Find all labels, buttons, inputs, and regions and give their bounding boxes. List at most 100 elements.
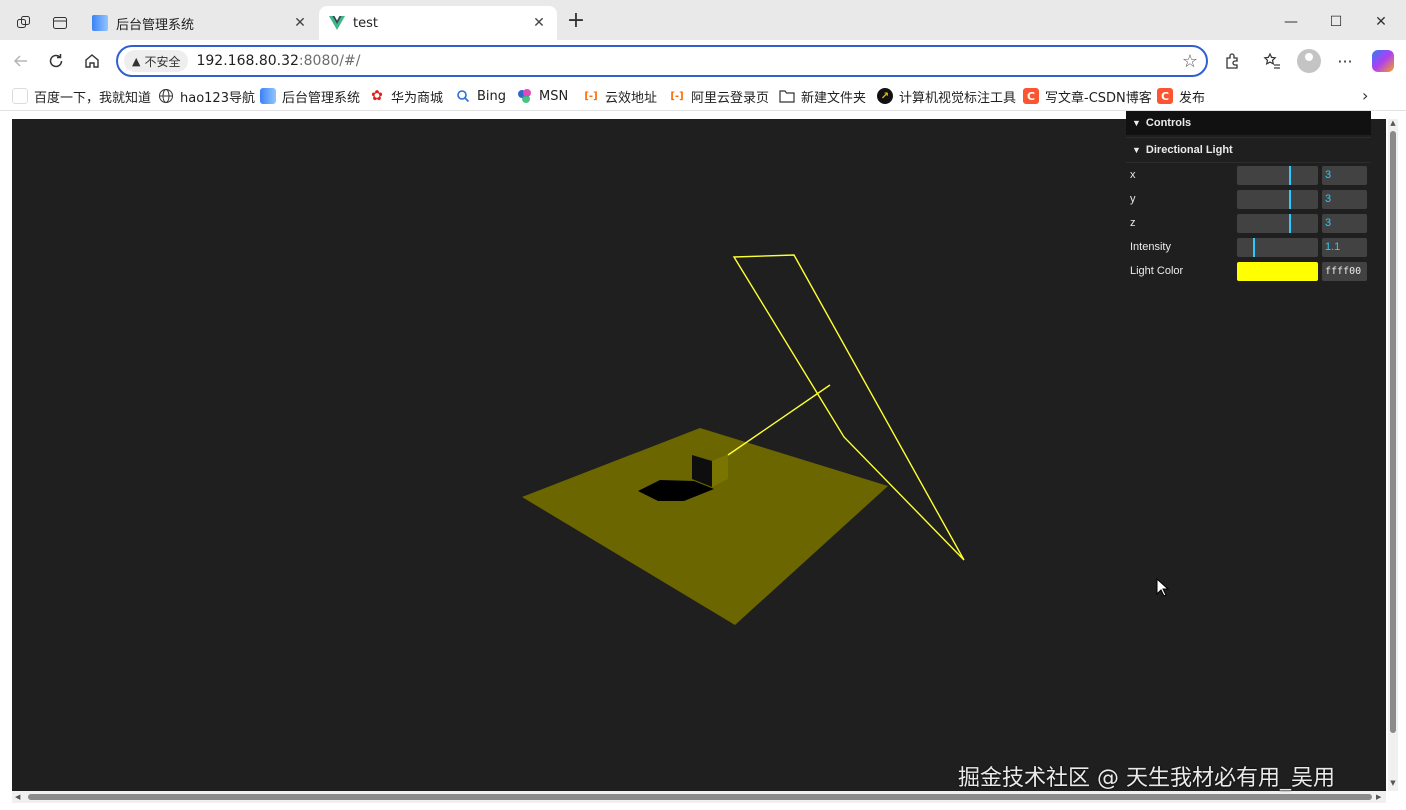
bookmark-label: 云效地址 <box>605 90 658 106</box>
bookmark-hao123[interactable]: hao123导航 <box>158 86 255 106</box>
control-label: Light Color <box>1130 265 1184 277</box>
intensity-number-input[interactable]: 1.1 <box>1322 238 1367 257</box>
security-chip[interactable]: ▲ 不安全 <box>124 50 189 72</box>
maximize-button[interactable]: ☐ <box>1313 8 1359 36</box>
controls-title[interactable]: ▼ Controls <box>1126 111 1371 135</box>
chevron-down-icon: ▼ <box>1132 118 1141 128</box>
page-blue-icon <box>92 15 108 31</box>
vertical-tabs-icon[interactable] <box>46 9 74 37</box>
folder-icon <box>779 88 795 104</box>
tab-title: test <box>353 15 378 31</box>
bookmark-huawei[interactable]: ✿ 华为商城 <box>369 86 443 106</box>
msn-icon <box>517 88 533 104</box>
bookmark-label: 华为商城 <box>391 90 444 106</box>
bookmark-admin[interactable]: 后台管理系统 <box>260 86 360 106</box>
control-label: z <box>1130 217 1136 229</box>
intensity-slider[interactable] <box>1237 238 1318 257</box>
bookmark-label: 写文章-CSDN博客 <box>1045 90 1152 106</box>
globe-icon <box>158 88 174 104</box>
tab-test[interactable]: test ✕ <box>319 6 557 40</box>
scroll-down-icon[interactable]: ▼ <box>1388 779 1398 787</box>
bookmark-label: 后台管理系统 <box>282 90 361 106</box>
address-bar[interactable]: ▲ 不安全 192.168.80.32:8080/#/ ☆ <box>116 45 1208 77</box>
reload-icon <box>49 54 63 68</box>
scroll-left-icon[interactable]: ◀ <box>15 791 20 803</box>
slider-knob[interactable] <box>1289 190 1291 209</box>
controls-panel: ▼ Controls ▼ Directional Light x 3 y 3 z… <box>1126 111 1371 297</box>
x-slider[interactable] <box>1237 166 1318 185</box>
home-icon <box>85 54 99 68</box>
bookmark-label: 百度一下，我就知道 <box>34 90 152 106</box>
profile-avatar[interactable] <box>1297 49 1321 73</box>
bookmark-msn[interactable]: MSN <box>517 86 568 106</box>
minimize-button[interactable]: — <box>1268 8 1314 36</box>
huawei-icon: ✿ <box>371 88 383 104</box>
workspaces-icon[interactable] <box>10 9 38 37</box>
url-text[interactable]: 192.168.80.32:8080/#/ <box>196 53 360 69</box>
bookmark-csdn-write[interactable]: C 写文章-CSDN博客 <box>1023 86 1152 106</box>
bookmarks-bar: 百度一下，我就知道 hao123导航 后台管理系统 ✿ 华为商城 Bing MS… <box>0 82 1406 111</box>
close-window-button[interactable]: ✕ <box>1358 8 1404 36</box>
slider-knob[interactable] <box>1289 214 1291 233</box>
folder-label: Directional Light <box>1145 144 1233 156</box>
bookmark-folder[interactable]: 新建文件夹 <box>779 86 866 106</box>
slider-knob[interactable] <box>1253 238 1255 257</box>
csdn-icon: C <box>1023 88 1039 104</box>
color-swatch[interactable] <box>1237 262 1318 281</box>
favorites-icon[interactable] <box>1260 49 1284 73</box>
bookmark-bing[interactable]: Bing <box>455 86 506 106</box>
chevron-right-icon[interactable]: › <box>1362 86 1368 105</box>
bookmark-aliyun-login[interactable]: [-] 阿里云登录页 <box>669 86 769 106</box>
bookmark-label: hao123导航 <box>180 90 255 106</box>
scrollbar-thumb[interactable] <box>1390 131 1396 733</box>
bookmark-label: MSN <box>539 88 569 104</box>
bookmark-publish[interactable]: C 发布 <box>1157 86 1205 106</box>
tab-strip: 后台管理系统 ✕ test ✕ + — ☐ ✕ <box>0 0 1406 44</box>
url-host: 192.168.80.32 <box>196 53 299 69</box>
control-label: x <box>1130 169 1136 181</box>
vertical-scrollbar[interactable]: ▲ ▼ <box>1388 119 1398 791</box>
x-number-input[interactable]: 3 <box>1322 166 1367 185</box>
home-button[interactable] <box>79 48 105 74</box>
bookmark-baidu[interactable]: 百度一下，我就知道 <box>12 86 151 106</box>
scrollbar-thumb[interactable] <box>28 794 1372 800</box>
control-label: y <box>1130 193 1136 205</box>
url-path: :8080/#/ <box>298 53 361 69</box>
tab-admin[interactable]: 后台管理系统 ✕ <box>82 6 318 40</box>
tab-title: 后台管理系统 <box>116 17 195 33</box>
bookmark-label: 阿里云登录页 <box>691 90 770 106</box>
extensions-icon[interactable] <box>1220 49 1244 73</box>
z-slider[interactable] <box>1237 214 1318 233</box>
control-intensity: Intensity 1.1 <box>1126 235 1371 259</box>
close-icon[interactable]: ✕ <box>292 15 308 31</box>
bookmark-label: 计算机视觉标注工具 <box>899 90 1017 106</box>
bookmark-label: Bing <box>477 88 507 104</box>
warning-icon: ▲ <box>132 54 141 68</box>
slider-knob[interactable] <box>1289 166 1291 185</box>
chevron-down-icon: ▼ <box>1132 145 1141 155</box>
horizontal-scrollbar[interactable]: ◀ ▶ <box>12 791 1386 803</box>
scroll-right-icon[interactable]: ▶ <box>1376 791 1381 803</box>
copilot-icon[interactable] <box>1372 50 1394 72</box>
favorite-star-icon[interactable]: ☆ <box>1182 51 1198 72</box>
new-tab-button[interactable]: + <box>564 10 588 34</box>
y-slider[interactable] <box>1237 190 1318 209</box>
vue-icon <box>329 15 345 31</box>
z-number-input[interactable]: 3 <box>1322 214 1367 233</box>
color-hex-input[interactable]: ffff00 <box>1322 262 1367 281</box>
bookmark-yunxiao[interactable]: [-] 云效地址 <box>583 86 657 106</box>
bookmark-label: 新建文件夹 <box>801 90 867 106</box>
folder-directional-light[interactable]: ▼ Directional Light <box>1126 137 1371 163</box>
scroll-up-icon[interactable]: ▲ <box>1388 119 1398 127</box>
arrow-left-icon <box>13 55 27 67</box>
reload-button[interactable] <box>43 48 69 74</box>
control-z: z 3 <box>1126 211 1371 235</box>
bookmark-cv-tool[interactable]: ↗ 计算机视觉标注工具 <box>877 86 1016 106</box>
aliyun-icon: [-] <box>584 90 598 102</box>
y-number-input[interactable]: 3 <box>1322 190 1367 209</box>
csdn-icon: C <box>1157 88 1173 104</box>
more-menu-icon[interactable]: ··· <box>1333 49 1357 73</box>
close-icon[interactable]: ✕ <box>531 15 547 31</box>
back-button[interactable] <box>8 48 34 74</box>
toolbar: ▲ 不安全 192.168.80.32:8080/#/ ☆ ··· <box>0 40 1406 82</box>
